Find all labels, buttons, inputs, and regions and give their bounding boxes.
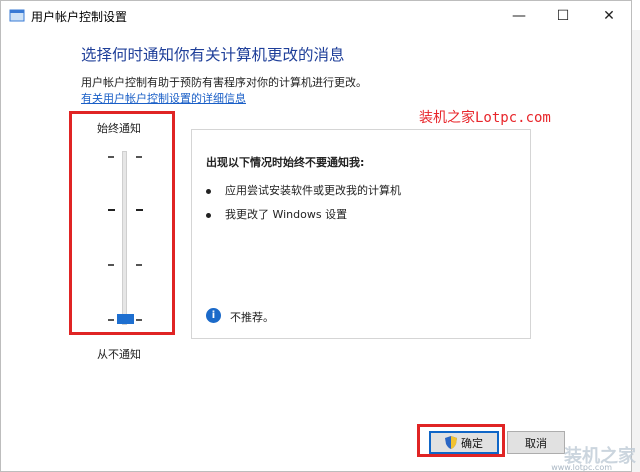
recommendation-text: 不推荐。	[230, 311, 274, 324]
slider-tick	[108, 156, 114, 158]
info-icon: i	[206, 308, 221, 323]
app-icon	[9, 9, 25, 22]
slider-thumb[interactable]	[117, 314, 134, 324]
info-title: 出现以下情况时始终不要通知我:	[206, 156, 365, 169]
uac-settings-window: 用户帐户控制设置 — ☐ ✕ 选择何时通知你有关计算机更改的消息 用户帐户控制有…	[0, 0, 632, 472]
slider-bottom-label: 从不通知	[97, 348, 141, 361]
cancel-button-label: 取消	[525, 436, 547, 450]
info-bullet-text: 应用尝试安装软件或更改我的计算机	[225, 184, 401, 197]
ok-button-label: 确定	[461, 436, 483, 450]
watermark-url: www.lotpc.com	[551, 463, 612, 472]
maximize-button[interactable]: ☐	[541, 1, 585, 31]
slider-tick	[136, 209, 143, 211]
cancel-button[interactable]: 取消	[507, 431, 565, 454]
info-bullet: 我更改了 Windows 设置	[206, 206, 347, 222]
description-text: 用户帐户控制有助于预防有害程序对你的计算机进行更改。	[81, 76, 367, 89]
slider-tick	[108, 209, 115, 211]
shield-icon	[445, 436, 457, 449]
info-bullet-text: 我更改了 Windows 设置	[225, 208, 348, 221]
watermark-text: 装机之家Lotpc.com	[419, 110, 551, 126]
setting-info-panel: 出现以下情况时始终不要通知我: 应用尝试安装软件或更改我的计算机 我更改了 Wi…	[191, 129, 531, 339]
close-button[interactable]: ✕	[587, 1, 631, 31]
bullet-icon	[206, 212, 211, 218]
slider-tick	[108, 264, 114, 266]
ok-button[interactable]: 确定	[429, 431, 499, 454]
slider-tick	[136, 156, 142, 158]
slider-track[interactable]	[122, 151, 127, 325]
info-bullet: 应用尝试安装软件或更改我的计算机	[206, 182, 401, 198]
slider-tick	[108, 319, 114, 321]
window-title: 用户帐户控制设置	[31, 10, 128, 24]
slider-top-label: 始终通知	[97, 122, 141, 135]
slider-tick	[136, 319, 142, 321]
slider-tick	[136, 264, 142, 266]
page-heading: 选择何时通知你有关计算机更改的消息	[81, 46, 345, 64]
bullet-icon	[206, 188, 211, 194]
title-bar: 用户帐户控制设置 — ☐ ✕	[1, 1, 631, 31]
minimize-button[interactable]: —	[497, 1, 541, 31]
background-window-right-edge	[631, 30, 640, 472]
uac-details-link[interactable]: 有关用户帐户控制设置的详细信息	[81, 90, 246, 106]
